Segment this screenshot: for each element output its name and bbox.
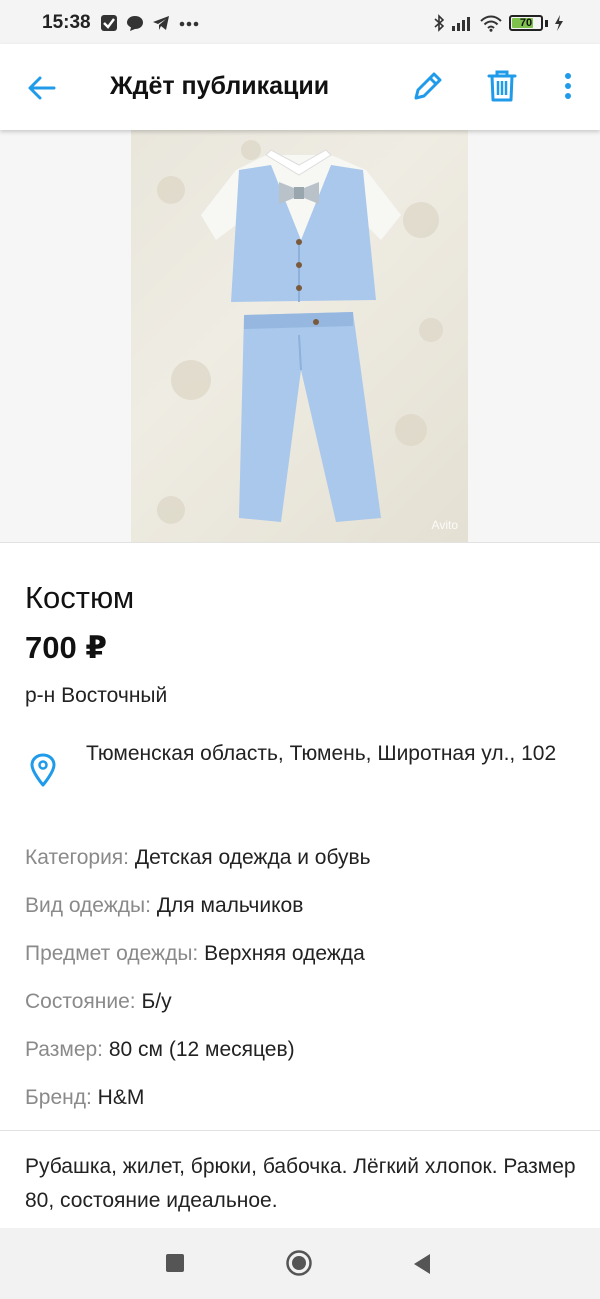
battery-nub — [545, 19, 548, 27]
param-key: Предмет одежды: — [25, 942, 199, 965]
status-bar: 15:38 70 — [0, 0, 600, 44]
photo-gallery[interactable]: Avito — [0, 130, 600, 543]
param-key: Бренд: — [25, 1086, 92, 1109]
signal-icon — [452, 17, 470, 31]
pencil-icon — [414, 72, 442, 100]
listing-price: 700 ₽ — [25, 630, 107, 665]
param-value: Б/у — [141, 990, 172, 1013]
charging-icon — [555, 15, 563, 31]
recent-apps-button[interactable] — [166, 1254, 184, 1272]
section-divider — [0, 1130, 600, 1131]
suit-illustration — [157, 140, 443, 524]
telegram-icon — [153, 16, 169, 30]
wifi-icon — [480, 15, 502, 32]
param-row-clothing-type: Вид одежды: Для мальчиков — [25, 888, 585, 936]
param-key: Вид одежды: — [25, 894, 151, 917]
param-value: Детская одежда и обувь — [134, 846, 371, 869]
listing-title: Костюм — [25, 580, 135, 615]
listing-description: Рубашка, жилет, брюки, бабочка. Лёгкий х… — [25, 1155, 576, 1212]
more-dots-icon — [179, 21, 199, 27]
param-value: 80 см (12 месяцев) — [108, 1038, 295, 1061]
bluetooth-icon — [434, 14, 445, 32]
notification-icons — [100, 14, 200, 32]
system-icons: 70 — [433, 14, 564, 32]
param-key: Состояние: — [25, 990, 136, 1013]
photo-watermark: Avito — [431, 518, 458, 532]
app-bar: Ждёт публикации — [0, 44, 600, 130]
trash-icon — [487, 70, 517, 102]
param-value: Для мальчиков — [156, 894, 304, 917]
kebab-menu-icon — [565, 73, 571, 99]
location-pin-icon — [30, 753, 56, 787]
delete-button[interactable] — [482, 66, 522, 106]
param-value: H&M — [97, 1086, 145, 1109]
param-row-condition: Состояние: Б/у — [25, 984, 585, 1032]
page-title: Ждёт публикации — [110, 72, 330, 100]
params-list: Категория: Детская одежда и обувь Вид од… — [25, 840, 585, 1128]
battery-icon: 70 — [509, 15, 543, 31]
chat-bubble-icon — [127, 16, 143, 31]
param-row-clothing-item: Предмет одежды: Верхняя одежда — [25, 936, 585, 984]
back-button[interactable] — [22, 68, 62, 108]
param-row-category: Категория: Детская одежда и обувь — [25, 840, 585, 888]
param-row-size: Размер: 80 см (12 месяцев) — [25, 1032, 585, 1080]
arrow-left-icon — [28, 76, 56, 100]
home-button[interactable] — [286, 1250, 312, 1276]
system-nav-bar — [0, 1228, 600, 1299]
listing-photo[interactable]: Avito — [131, 130, 468, 542]
param-row-brand: Бренд: H&M — [25, 1080, 585, 1128]
listing-address[interactable]: Тюменская область, Тюмень, Широтная ул.,… — [86, 737, 576, 771]
param-key: Категория: — [25, 846, 130, 869]
edit-button[interactable] — [408, 66, 448, 106]
status-time: 15:38 — [42, 12, 91, 33]
param-value: Верхняя одежда — [204, 942, 365, 965]
more-button[interactable] — [556, 66, 580, 106]
checkbox-icon — [101, 15, 117, 31]
back-triangle-button[interactable] — [412, 1253, 432, 1275]
param-key: Размер: — [25, 1038, 104, 1061]
battery-level: 70 — [519, 17, 533, 29]
listing-district: р-н Восточный — [25, 684, 168, 707]
